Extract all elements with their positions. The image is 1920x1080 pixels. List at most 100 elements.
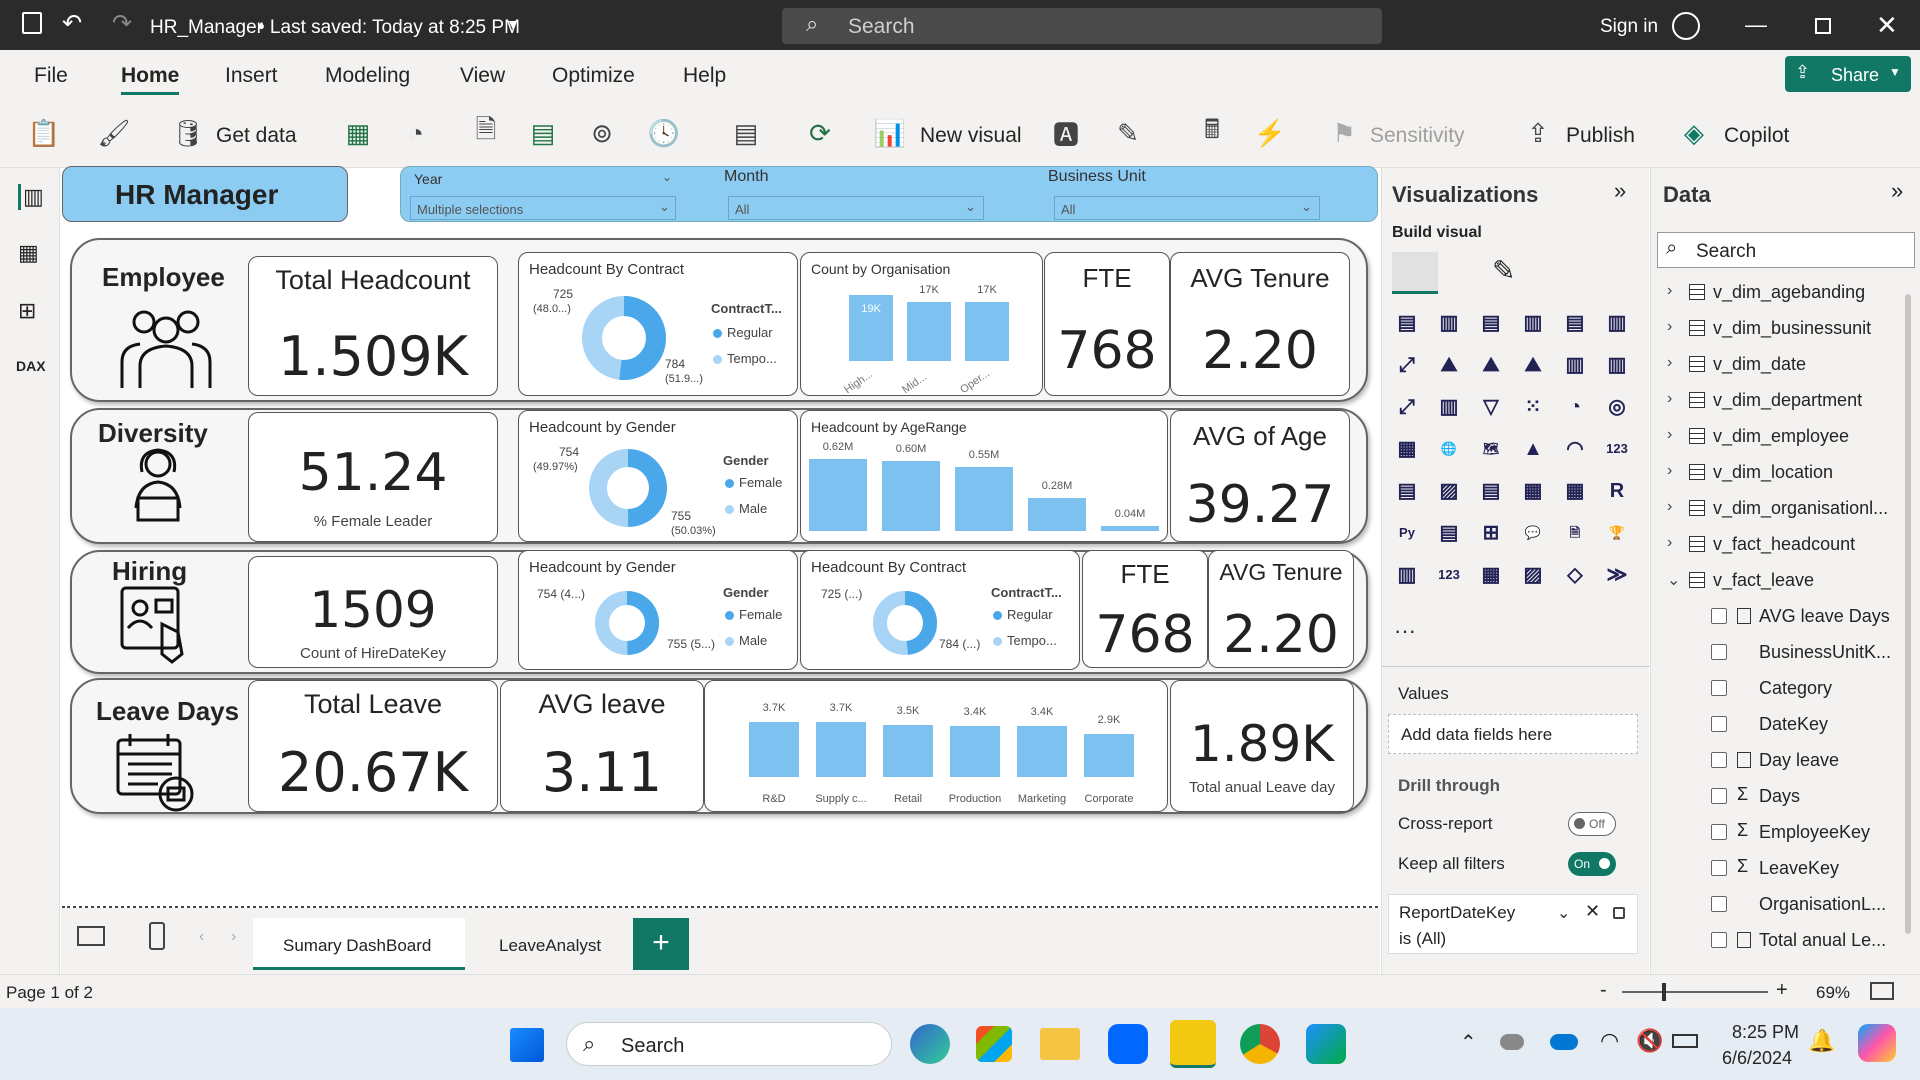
format-visual-icon[interactable]: ✎: [1492, 254, 1515, 287]
data-field-item[interactable]: DateKey: [1711, 712, 1901, 742]
add-page-button[interactable]: +: [633, 918, 689, 970]
refresh-icon[interactable]: ⟳: [804, 116, 836, 150]
text-box-icon[interactable]: 🅰: [1050, 116, 1082, 150]
visual-type-icon[interactable]: 🗺: [1476, 434, 1506, 464]
sign-in-link[interactable]: Sign in: [1600, 16, 1658, 38]
zoom-out-icon[interactable]: -: [1600, 979, 1607, 1002]
pane-scrollbar[interactable]: [1905, 294, 1911, 934]
dataverse-icon[interactable]: ⊚: [586, 116, 618, 150]
zalo-icon[interactable]: [1108, 1024, 1148, 1064]
fit-page-icon[interactable]: [1870, 982, 1894, 1000]
visual-type-icon[interactable]: ⛰: [1476, 350, 1506, 380]
visual-type-icon[interactable]: ▥: [1602, 308, 1632, 338]
female-leader-card[interactable]: 51.24 % Female Leader: [248, 412, 498, 542]
desktop-layout-icon[interactable]: [77, 926, 105, 946]
publish-button[interactable]: Publish: [1566, 124, 1635, 148]
filter-year-select[interactable]: Multiple selections ⌄: [410, 196, 676, 220]
data-search-input[interactable]: ⌕ Search: [1657, 232, 1915, 268]
visual-type-icon[interactable]: ▥: [1518, 308, 1548, 338]
chevron-right-icon[interactable]: ›: [231, 928, 236, 946]
data-table-item[interactable]: › v_dim_location: [1667, 460, 1897, 490]
zoom-slider[interactable]: [1622, 983, 1768, 1001]
minimize-icon[interactable]: —: [1745, 12, 1767, 38]
data-field-item[interactable]: Day leave: [1711, 748, 1901, 778]
clock-time[interactable]: 8:25 PM: [1732, 1022, 1799, 1043]
visual-type-icon[interactable]: 💬: [1518, 518, 1548, 548]
visual-type-icon[interactable]: ▤: [1434, 518, 1464, 548]
avg-tenure-card[interactable]: AVG Tenure 2.20: [1170, 252, 1350, 396]
visual-type-icon[interactable]: ⤢: [1392, 350, 1422, 380]
windows-start-icon[interactable]: [510, 1028, 544, 1062]
data-table-item[interactable]: › v_dim_date: [1667, 352, 1897, 382]
menu-modeling[interactable]: Modeling: [325, 64, 410, 88]
clear-filter-icon[interactable]: ✕: [1585, 901, 1600, 922]
format-painter-icon[interactable]: 🖌: [98, 116, 131, 150]
notification-bell-icon[interactable]: 🔔: [1808, 1028, 1835, 1054]
data-field-item[interactable]: Σ Days: [1711, 784, 1901, 814]
avg-age-card[interactable]: AVG of Age 39.27: [1170, 410, 1350, 542]
visual-type-icon[interactable]: ≫: [1602, 560, 1632, 590]
visual-type-icon[interactable]: 123: [1434, 560, 1464, 590]
quick-measure-icon[interactable]: ⚡: [1254, 116, 1286, 150]
menu-optimize[interactable]: Optimize: [552, 64, 635, 88]
headcount-gender-donut[interactable]: Headcount by Gender 754 (49.97%) 755 (50…: [518, 410, 798, 542]
photos-icon[interactable]: [1306, 1024, 1346, 1064]
get-data-button[interactable]: Get data: [216, 124, 297, 148]
tab-leave-analyst[interactable]: LeaveAnalyst: [499, 936, 601, 956]
share-button[interactable]: ⇪ Share ▼: [1785, 56, 1911, 92]
database-icon[interactable]: 🛢: [172, 116, 205, 150]
visual-type-icon[interactable]: 🌐: [1434, 434, 1464, 464]
filter-bu-select[interactable]: All ⌄: [1054, 196, 1320, 220]
new-visual-icon[interactable]: 📊: [874, 116, 906, 150]
visual-type-icon[interactable]: Py: [1392, 518, 1422, 548]
data-table-item[interactable]: › v_dim_businessunit: [1667, 316, 1897, 346]
table-view-icon[interactable]: ▦: [18, 240, 39, 266]
lock-icon[interactable]: [1613, 907, 1625, 919]
avg-leave-card[interactable]: AVG leave 3.11: [500, 680, 704, 812]
data-field-item[interactable]: Total anual Le...: [1711, 928, 1901, 958]
redo-icon[interactable]: ↷: [112, 9, 132, 38]
onelake-icon[interactable]: ◔: [400, 116, 432, 150]
menu-insert[interactable]: Insert: [225, 64, 278, 88]
more-visuals-ellipsis[interactable]: ···: [1394, 618, 1416, 644]
hiring-contract-donut[interactable]: Headcount By Contract 725 (...) 784 (...…: [800, 550, 1080, 670]
hiring-fte-card[interactable]: FTE 768: [1082, 550, 1208, 668]
avatar[interactable]: [1672, 12, 1700, 40]
data-table-item[interactable]: › v_dim_organisationl...: [1667, 496, 1897, 526]
data-table-item[interactable]: › v_dim_department: [1667, 388, 1897, 418]
zoom-in-icon[interactable]: +: [1776, 979, 1788, 1002]
data-table-item[interactable]: › v_dim_employee: [1667, 424, 1897, 454]
publish-icon[interactable]: ⇪: [1522, 116, 1554, 150]
transform-icon[interactable]: ▤: [730, 116, 762, 150]
chevron-down-icon[interactable]: ▼: [506, 16, 520, 32]
dax-view-icon[interactable]: DAX: [16, 358, 46, 374]
menu-help[interactable]: Help: [683, 64, 726, 88]
leave-by-unit-chart[interactable]: 3.7K R&D 3.7K Supply c... 3.5K Retail 3.4K Prod…: [704, 680, 1168, 812]
headcount-contract-donut[interactable]: Headcount By Contract 725 (48.0...) 784 …: [518, 252, 798, 396]
edge-icon[interactable]: [910, 1024, 950, 1064]
chevron-left-icon[interactable]: ‹: [199, 928, 204, 946]
visual-type-icon[interactable]: ▨: [1518, 560, 1548, 590]
data-table-item[interactable]: ⌄ v_fact_leave: [1667, 568, 1897, 598]
visual-type-icon[interactable]: ▤: [1560, 308, 1590, 338]
menu-view[interactable]: View: [460, 64, 505, 88]
battery-icon[interactable]: [1672, 1034, 1698, 1048]
powerbi-icon[interactable]: [1170, 1020, 1216, 1068]
save-icon[interactable]: [22, 12, 42, 34]
collapse-icon[interactable]: »: [1614, 178, 1626, 204]
visual-type-icon[interactable]: 🏆: [1602, 518, 1632, 548]
wifi-icon[interactable]: ◠: [1600, 1028, 1619, 1054]
visual-type-icon[interactable]: ▽: [1476, 392, 1506, 422]
data-field-item[interactable]: BusinessUnitK...: [1711, 640, 1901, 670]
new-measure-icon[interactable]: 🖩: [1196, 114, 1228, 150]
add-fields-well[interactable]: Add data fields here: [1388, 714, 1638, 754]
store-icon[interactable]: [976, 1026, 1012, 1062]
visual-type-icon[interactable]: ⛰: [1434, 350, 1464, 380]
taskbar-search[interactable]: ⌕ Search: [566, 1022, 892, 1066]
cross-report-toggle[interactable]: Off: [1568, 812, 1616, 836]
zoom-thumb[interactable]: [1662, 983, 1666, 1001]
count-by-organisation-chart[interactable]: Count by Organisation 19K High... 17K Mid..…: [800, 252, 1043, 396]
undo-icon[interactable]: ↶: [62, 9, 82, 38]
filter-card[interactable]: ReportDateKey is (All) ⌄ ✕: [1388, 894, 1638, 954]
table-icon[interactable]: ▤: [527, 116, 559, 150]
